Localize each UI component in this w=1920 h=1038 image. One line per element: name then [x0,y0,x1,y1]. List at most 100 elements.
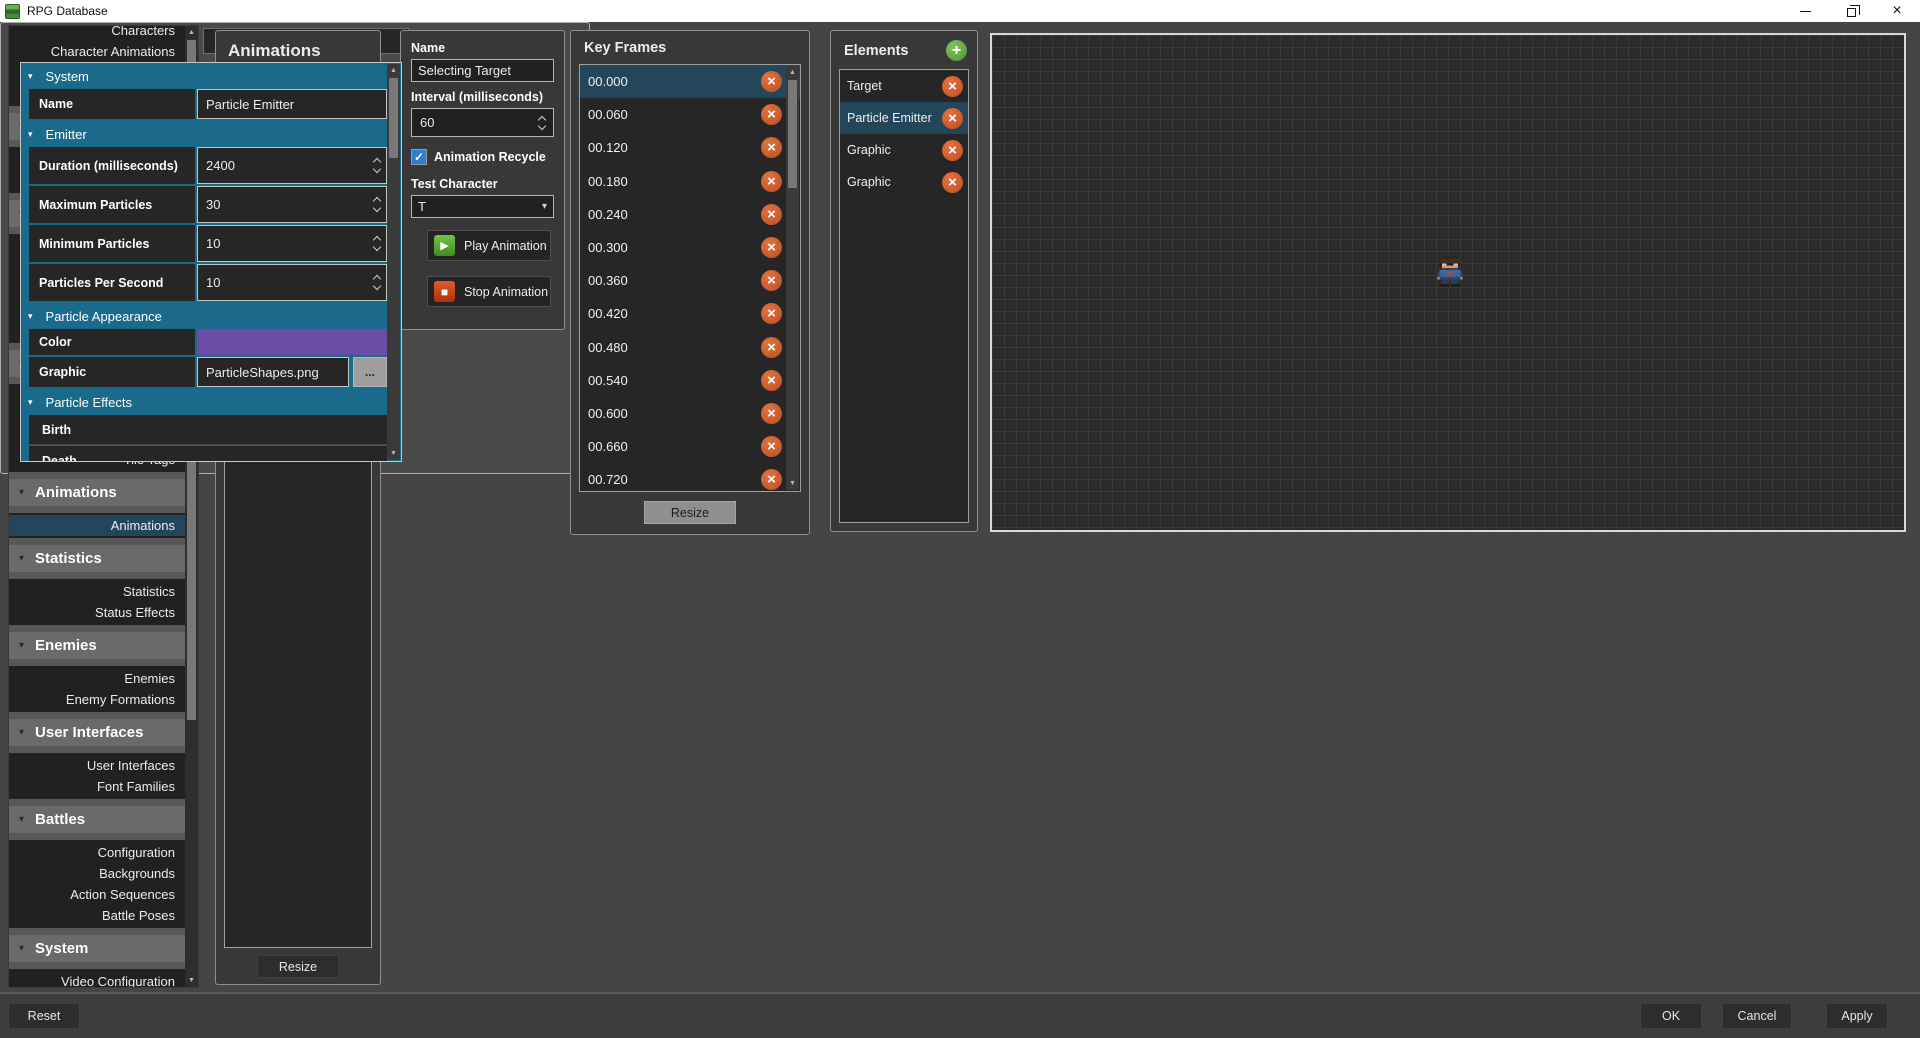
sidebar-item[interactable]: Animations [9,515,185,536]
sidebar-item[interactable]: Video Configuration [9,971,185,987]
interval-stepper[interactable] [411,108,554,137]
scroll-up-button[interactable]: ▲ [188,28,195,37]
sidebar-item[interactable]: User Interfaces [9,755,185,776]
delete-keyframe-button[interactable]: × [761,137,782,158]
animations-resize-button[interactable]: Resize [257,955,339,978]
sidebar-item[interactable]: Status Effects [9,602,185,623]
keyframe-row[interactable]: 00.060 × [580,98,800,131]
delete-keyframe-button[interactable]: × [761,270,782,291]
scroll-down-button[interactable]: ▼ [789,479,796,488]
keyframes-scrollbar[interactable]: ▲ ▼ [786,66,799,490]
delete-keyframe-button[interactable]: × [761,204,782,225]
keyframe-row[interactable]: 00.720 × [580,463,800,492]
sidebar-item[interactable]: Enemies [9,668,185,689]
test-character-select[interactable]: T ▾ [411,195,554,218]
delete-element-button[interactable]: × [942,172,963,193]
delete-keyframe-button[interactable]: × [761,171,782,192]
sidebar-item[interactable]: Configuration [9,842,185,863]
sidebar-item[interactable]: Character Animations [9,41,185,62]
sidebar-section-enemies[interactable]: ▾Enemies [9,632,185,659]
spin-down-icon[interactable] [373,204,381,212]
property-row-birth[interactable]: Birth [29,415,387,445]
delete-keyframe-button[interactable]: × [761,436,782,457]
spin-down-icon[interactable] [373,165,381,173]
keyframe-row[interactable]: 00.360 × [580,264,800,297]
sidebar-section-system[interactable]: ▾System [9,935,185,962]
group-particle-effects[interactable]: ▾ Particle Effects [21,389,401,415]
spin-down-icon[interactable] [373,282,381,290]
group-emitter[interactable]: ▾ Emitter [21,121,401,147]
delete-keyframe-button[interactable]: × [761,403,782,424]
minimize-button[interactable] [1782,0,1828,22]
keyframe-row[interactable]: 00.300 × [580,231,800,264]
sidebar-section-battles[interactable]: ▾Battles [9,806,185,833]
interval-spinners[interactable] [539,117,545,129]
sidebar-item[interactable]: Backgrounds [9,863,185,884]
element-row[interactable]: Graphic × [840,134,968,166]
play-animation-button[interactable]: ▶ Play Animation [427,230,551,261]
scroll-thumb[interactable] [389,78,398,158]
sidebar-item[interactable]: Statistics [9,581,185,602]
sidebar-item[interactable]: Battle Poses [9,905,185,926]
element-row[interactable]: Graphic × [840,166,968,198]
scroll-down-button[interactable]: ▼ [390,449,397,458]
sidebar-section-user-interfaces[interactable]: ▾User Interfaces [9,719,185,746]
animation-canvas[interactable] [990,33,1906,532]
scroll-up-button[interactable]: ▲ [789,68,796,77]
element-row[interactable]: Particle Emitter × [840,102,968,134]
cancel-button[interactable]: Cancel [1722,1003,1792,1029]
delete-element-button[interactable]: × [942,76,963,97]
sidebar-item[interactable]: Font Families [9,776,185,797]
property-row-death[interactable]: Death [29,446,387,462]
delete-keyframe-button[interactable]: × [761,337,782,358]
delete-keyframe-button[interactable]: × [761,469,782,490]
keyframe-row[interactable]: 00.420 × [580,297,800,330]
reset-button[interactable]: Reset [8,1003,80,1029]
restore-button[interactable] [1828,0,1874,22]
spin-down-icon[interactable] [538,121,546,129]
scroll-down-button[interactable]: ▼ [188,976,195,985]
sidebar-item[interactable]: Action Sequences [9,884,185,905]
graphic-file-input[interactable] [198,365,348,380]
group-system[interactable]: ▾ System [21,63,401,89]
element-row[interactable]: Target × [840,70,968,102]
spin-down-icon[interactable] [373,243,381,251]
close-button[interactable]: × [1874,0,1920,22]
scroll-thumb[interactable] [788,80,797,188]
keyframe-row[interactable]: 00.120 × [580,131,800,164]
group-particle-appearance[interactable]: ▾ Particle Appearance [21,303,401,329]
property-grid-scrollbar[interactable]: ▲ ▼ [387,64,400,460]
delete-element-button[interactable]: × [942,108,963,129]
keyframe-row[interactable]: 00.180 × [580,165,800,198]
keyframe-row[interactable]: 00.540 × [580,364,800,397]
animation-name-input[interactable] [411,59,554,82]
keyframes-resize-button[interactable]: Resize [644,501,736,524]
duration-input[interactable] [198,158,386,173]
apply-button[interactable]: Apply [1826,1003,1888,1029]
delete-keyframe-button[interactable]: × [761,370,782,391]
element-name-input[interactable] [198,97,386,112]
duration-spinners[interactable] [368,148,386,183]
delete-keyframe-button[interactable]: × [761,237,782,258]
particles-per-second-spinners[interactable] [368,265,386,300]
scroll-up-button[interactable]: ▲ [390,66,397,75]
animation-recycle-checkbox[interactable]: ✓ [411,149,427,165]
particle-color-swatch[interactable] [197,329,387,355]
sidebar-section-statistics[interactable]: ▾Statistics [9,545,185,572]
sidebar-section-animations[interactable]: ▾Animations [9,479,185,506]
sidebar-item[interactable]: Enemy Formations [9,689,185,710]
interval-input[interactable] [412,115,539,130]
keyframe-row[interactable]: 00.660 × [580,430,800,463]
particles-per-second-input[interactable] [198,275,386,290]
animation-recycle-row[interactable]: ✓ Animation Recycle [411,149,554,165]
keyframe-row[interactable]: 00.600 × [580,397,800,430]
min-particles-input[interactable] [198,236,386,251]
delete-element-button[interactable]: × [942,140,963,161]
ok-button[interactable]: OK [1640,1003,1702,1029]
min-particles-spinners[interactable] [368,226,386,261]
add-element-button[interactable]: + [946,40,967,61]
delete-keyframe-button[interactable]: × [761,71,782,92]
delete-keyframe-button[interactable]: × [761,303,782,324]
browse-graphic-button[interactable]: ... [353,357,387,387]
delete-keyframe-button[interactable]: × [761,104,782,125]
